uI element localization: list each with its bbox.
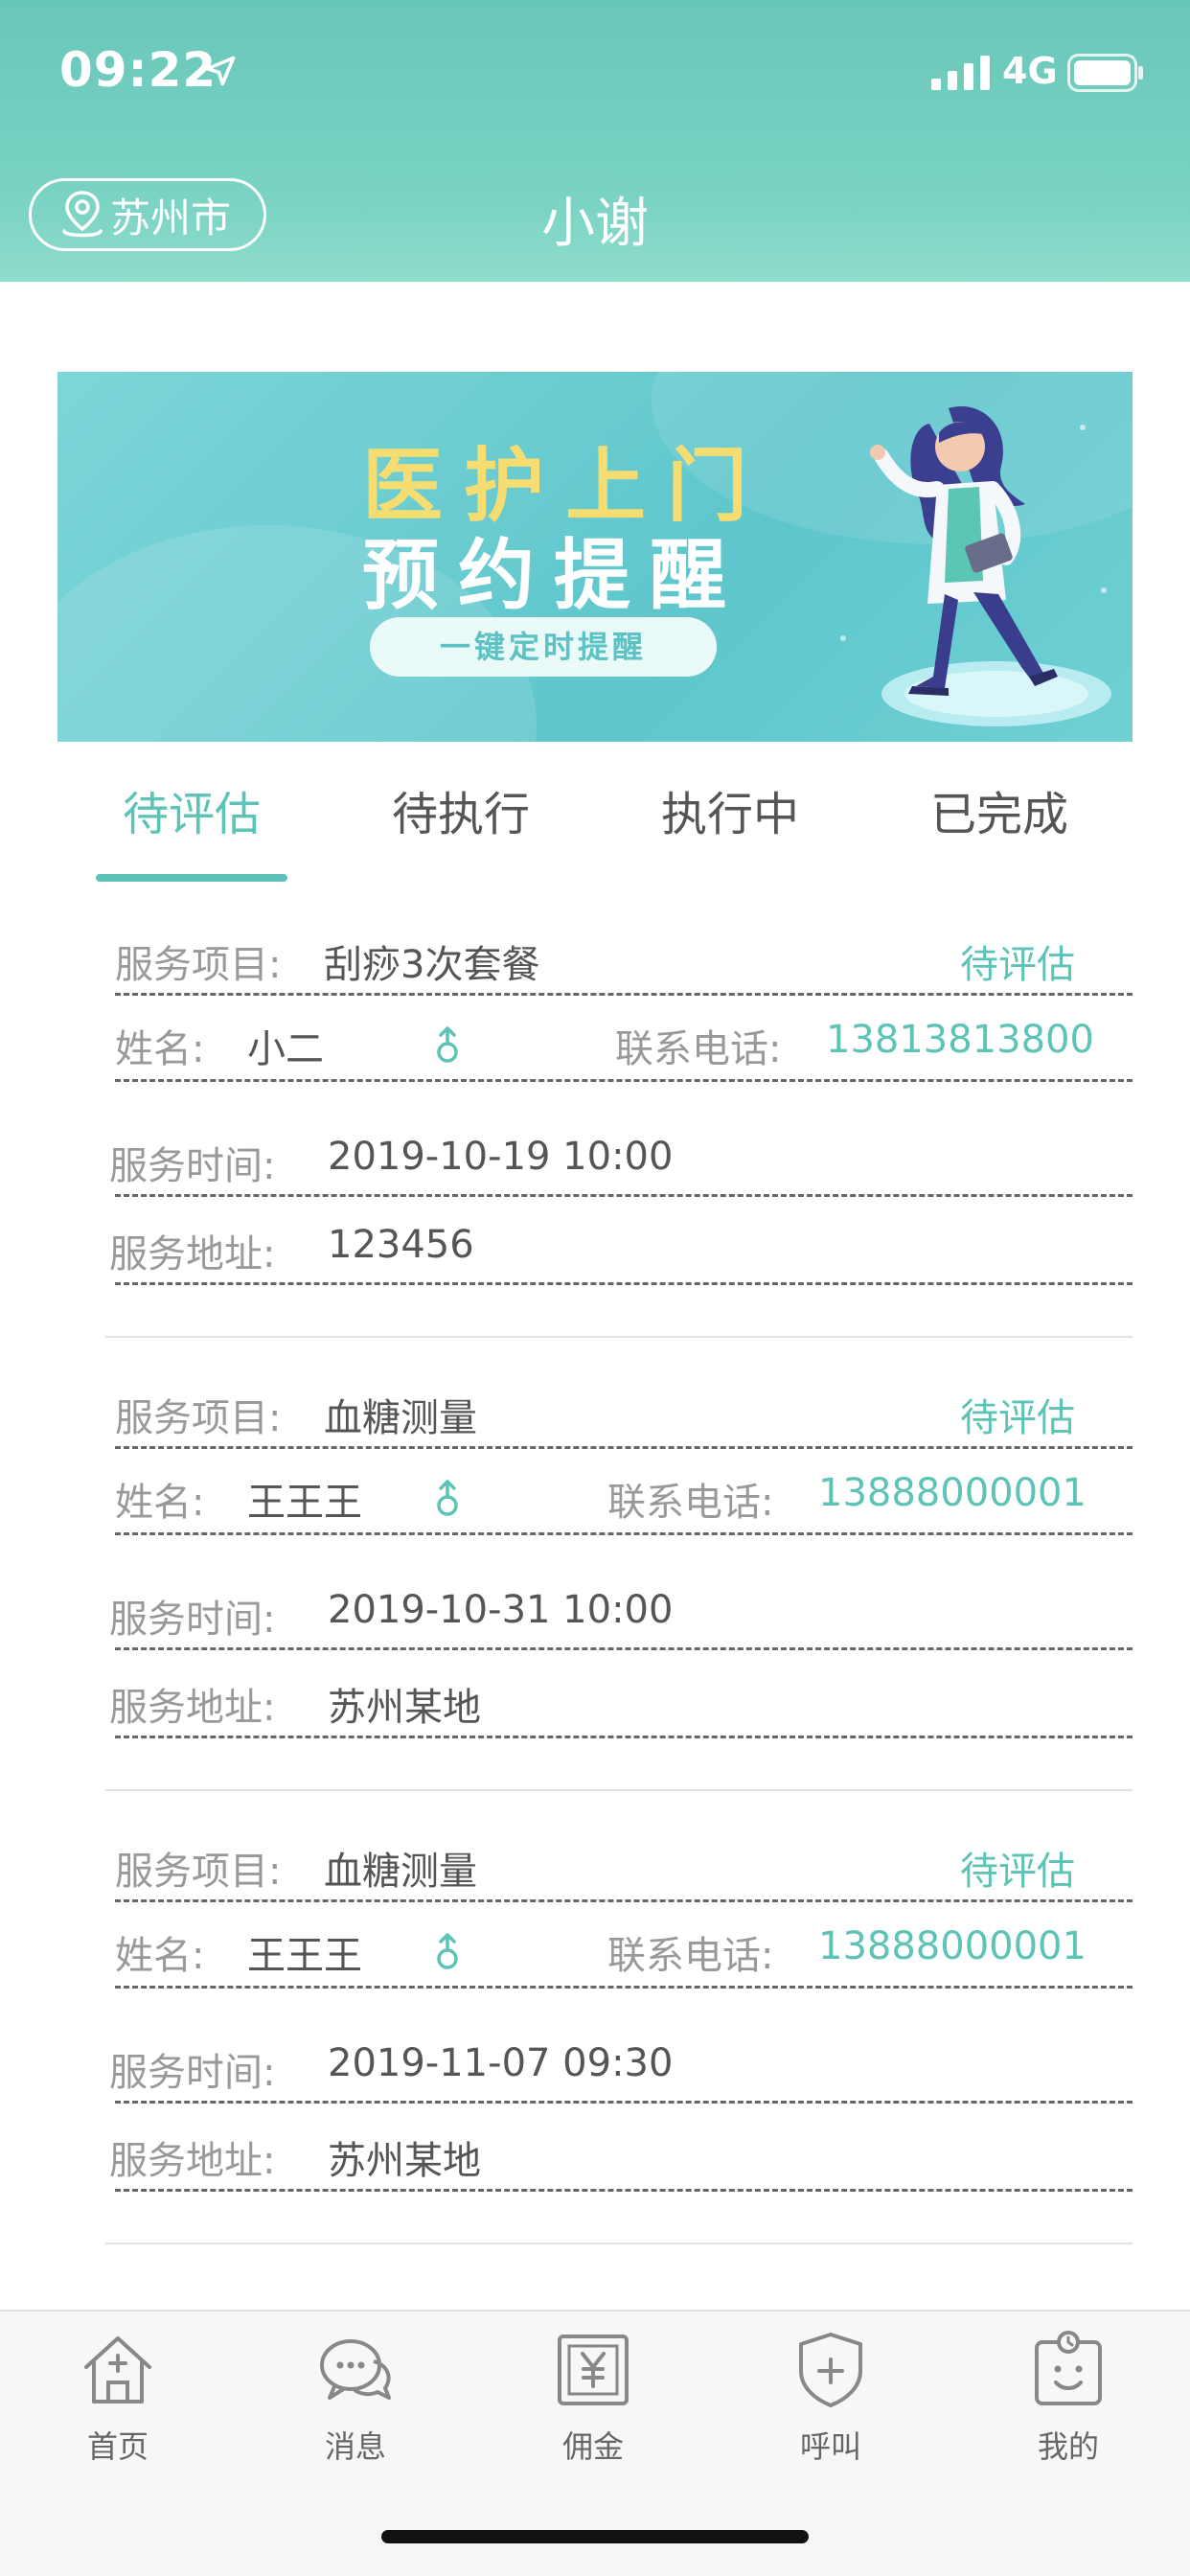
service-time-row: 服务时间: 2019-10-31 10:00: [105, 1567, 1133, 1653]
phone-number[interactable]: 13813813800: [826, 1018, 1094, 1062]
phone-number[interactable]: 13888000001: [818, 1924, 1087, 1968]
service-item-value: 血糖测量: [324, 1396, 477, 1440]
service-item-value: 血糖测量: [324, 1850, 477, 1894]
male-icon: [437, 1480, 458, 1516]
nav-home-label: 首页: [86, 2428, 149, 2465]
service-address-row: 服务地址: 苏州某地: [105, 1655, 1133, 1741]
location-arrow-icon: [205, 56, 236, 86]
tab-completed[interactable]: 已完成: [865, 776, 1133, 843]
divider: [115, 1194, 1133, 1197]
divider: [115, 1532, 1133, 1535]
service-item-label: 服务项目:: [115, 1850, 282, 1894]
name-value: 王王王: [247, 1481, 362, 1525]
divider: [115, 1736, 1133, 1738]
order-status-tabs: 待评估 待执行 执行中 已完成: [57, 776, 1133, 882]
banner-reminder-button[interactable]: 一键定时提醒: [370, 617, 717, 677]
service-address-label: 服务地址:: [109, 1232, 276, 1276]
name-label: 姓名:: [115, 1481, 205, 1525]
service-time-row: 服务时间: 2019-11-07 09:30: [105, 2020, 1133, 2106]
home-icon: [84, 2336, 151, 2404]
card-separator: [105, 1336, 1133, 1338]
male-icon: [437, 1933, 458, 1969]
nurse-illustration: [840, 406, 1111, 726]
divider: [115, 1986, 1133, 1989]
tab-pending-assessment[interactable]: 待评估: [57, 776, 326, 843]
nav-commission[interactable]: 佣金: [497, 2329, 689, 2467]
active-tab-indicator: [96, 874, 287, 882]
divider: [115, 2101, 1133, 2104]
service-time-label: 服务时间:: [109, 1144, 276, 1188]
service-time-label: 服务时间:: [109, 2051, 276, 2095]
name-label: 姓名:: [115, 1934, 205, 1978]
service-item-row: 服务项目: 血糖测量 待评估: [105, 1819, 1133, 1905]
nav-profile-label: 我的: [1037, 2428, 1099, 2465]
service-time-label: 服务时间:: [109, 1598, 276, 1642]
service-time-value: 2019-10-31 10:00: [328, 1588, 674, 1632]
divider: [115, 1282, 1133, 1285]
service-address-label: 服务地址:: [109, 1686, 276, 1730]
status-bar: 09:22 4G: [0, 0, 1190, 144]
phone-label: 联系电话:: [607, 1481, 774, 1525]
divider: [115, 993, 1133, 996]
tab-in-progress[interactable]: 执行中: [596, 776, 864, 843]
contact-row: 姓名: 王王王 联系电话: 13888000001: [105, 1903, 1133, 1990]
divider: [115, 1647, 1133, 1650]
banner-subtitle: 预约提醒: [362, 531, 745, 620]
promo-banner[interactable]: 医护上门 预约提醒 一键定时提醒: [57, 372, 1133, 742]
status-badge: 待评估: [960, 1850, 1075, 1894]
name-label: 姓名:: [115, 1027, 205, 1071]
profile-icon: [1035, 2331, 1102, 2405]
status-badge: 待评估: [960, 943, 1075, 987]
nav-profile[interactable]: 我的: [973, 2329, 1164, 2467]
service-item-value: 刮痧3次套餐: [324, 943, 540, 987]
message-icon: [320, 2339, 391, 2400]
contact-row: 姓名: 小二 联系电话: 13813813800: [105, 997, 1133, 1083]
divider: [115, 1446, 1133, 1449]
nav-messages-label: 消息: [324, 2428, 386, 2465]
phone-number[interactable]: 13888000001: [818, 1471, 1087, 1515]
status-badge: 待评估: [960, 1396, 1075, 1440]
nav-commission-label: 佣金: [561, 2428, 624, 2465]
nav-messages[interactable]: 消息: [260, 2329, 451, 2467]
service-address-value: 123456: [328, 1223, 474, 1267]
service-time-value: 2019-10-19 10:00: [328, 1135, 674, 1179]
nav-call-label: 呼叫: [799, 2428, 861, 2465]
battery-icon: [1067, 54, 1143, 92]
call-shield-icon: [799, 2333, 862, 2407]
app-header: 09:22 4G 苏州市 小谢: [0, 0, 1190, 282]
male-icon: [437, 1026, 458, 1063]
nav-home[interactable]: 首页: [22, 2329, 214, 2467]
service-address-value: 苏州某地: [328, 2139, 481, 2183]
service-item-row: 服务项目: 血糖测量 待评估: [105, 1366, 1133, 1452]
card-separator: [105, 1789, 1133, 1791]
commission-icon: [558, 2334, 629, 2405]
service-item-label: 服务项目:: [115, 1396, 282, 1440]
divider: [115, 2189, 1133, 2192]
phone-label: 联系电话:: [615, 1027, 782, 1071]
phone-label: 联系电话:: [607, 1934, 774, 1978]
service-time-value: 2019-11-07 09:30: [328, 2041, 674, 2085]
nav-call[interactable]: 呼叫: [735, 2329, 927, 2467]
status-time: 09:22: [59, 42, 217, 98]
service-address-row: 服务地址: 苏州某地: [105, 2108, 1133, 2195]
network-type: 4G: [1002, 50, 1058, 92]
service-time-row: 服务时间: 2019-10-19 10:00: [105, 1114, 1133, 1200]
divider: [115, 1899, 1133, 1902]
service-address-label: 服务地址:: [109, 2139, 276, 2183]
home-indicator[interactable]: [381, 2530, 809, 2543]
name-value: 小二: [247, 1027, 324, 1071]
card-separator: [105, 2242, 1133, 2244]
service-address-row: 服务地址: 123456: [105, 1202, 1133, 1288]
divider: [115, 1079, 1133, 1082]
tab-pending-execution[interactable]: 待执行: [327, 776, 595, 843]
name-value: 王王王: [247, 1934, 362, 1978]
service-address-value: 苏州某地: [328, 1686, 481, 1730]
page-title: 小谢: [541, 193, 649, 255]
service-item-label: 服务项目:: [115, 943, 282, 987]
service-item-row: 服务项目: 刮痧3次套餐 待评估: [105, 912, 1133, 999]
signal-icon: [931, 56, 990, 90]
contact-row: 姓名: 王王王 联系电话: 13888000001: [105, 1450, 1133, 1536]
